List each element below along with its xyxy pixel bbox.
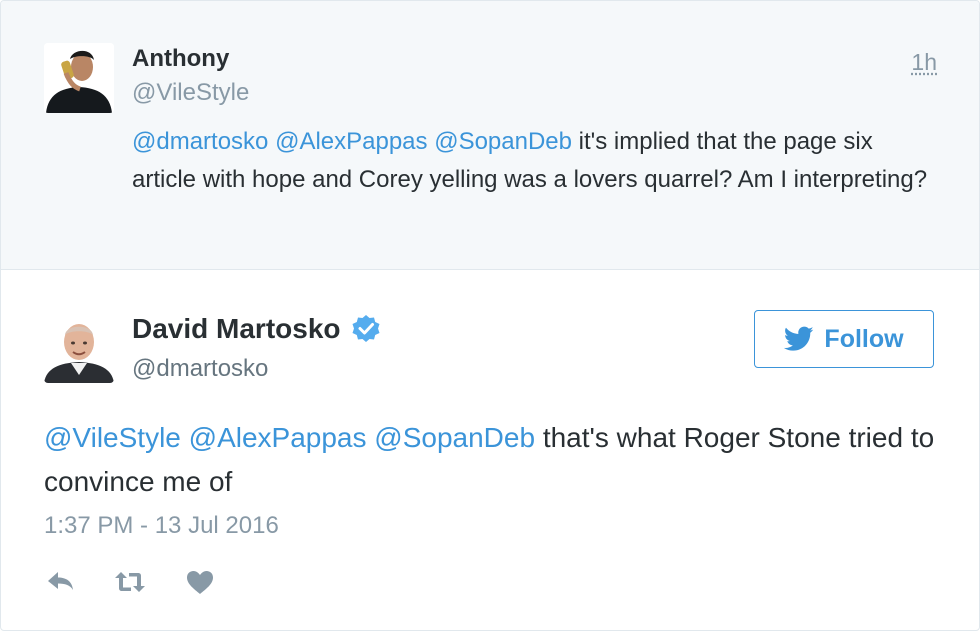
twitter-bird-icon	[784, 326, 814, 351]
tweet-text: @VileStyle @AlexPappas @SopanDeb that's …	[44, 416, 944, 504]
follow-button[interactable]: Follow	[754, 310, 934, 368]
parent-author-name[interactable]: Anthony	[132, 45, 229, 73]
parent-tweet[interactable]: Anthony @VileStyle 1h @dmartosko @AlexPa…	[1, 1, 979, 270]
tweet-actions	[44, 568, 216, 596]
tweet-timestamp[interactable]: 1:37 PM - 13 Jul 2016	[44, 512, 279, 540]
like-icon[interactable]	[184, 568, 216, 596]
follow-button-label: Follow	[824, 324, 904, 353]
mention-link[interactable]: @AlexPappas	[189, 422, 367, 453]
verified-badge-icon	[352, 315, 379, 342]
author-avatar[interactable]	[44, 313, 114, 383]
mention-link[interactable]: @AlexPappas	[275, 128, 427, 155]
parent-author-avatar[interactable]	[44, 43, 114, 113]
parent-author-handle[interactable]: @VileStyle	[132, 79, 249, 107]
author-handle[interactable]: @dmartosko	[132, 355, 268, 383]
person-avatar-icon	[44, 313, 114, 383]
tweet-embed-card: Anthony @VileStyle 1h @dmartosko @AlexPa…	[0, 0, 980, 631]
mention-link[interactable]: @VileStyle	[44, 422, 181, 453]
retweet-icon[interactable]	[114, 568, 146, 596]
mention-link[interactable]: @SopanDeb	[434, 128, 572, 155]
parent-tweet-time[interactable]: 1h	[911, 49, 937, 76]
reply-icon[interactable]	[44, 568, 76, 596]
person-avatar-icon	[44, 43, 114, 113]
mention-link[interactable]: @SopanDeb	[374, 422, 535, 453]
mention-link[interactable]: @dmartosko	[132, 128, 268, 155]
parent-tweet-text: @dmartosko @AlexPappas @SopanDeb it's im…	[132, 123, 932, 199]
author-name[interactable]: David Martosko	[132, 313, 341, 345]
author-name-row: David Martosko	[132, 313, 381, 345]
